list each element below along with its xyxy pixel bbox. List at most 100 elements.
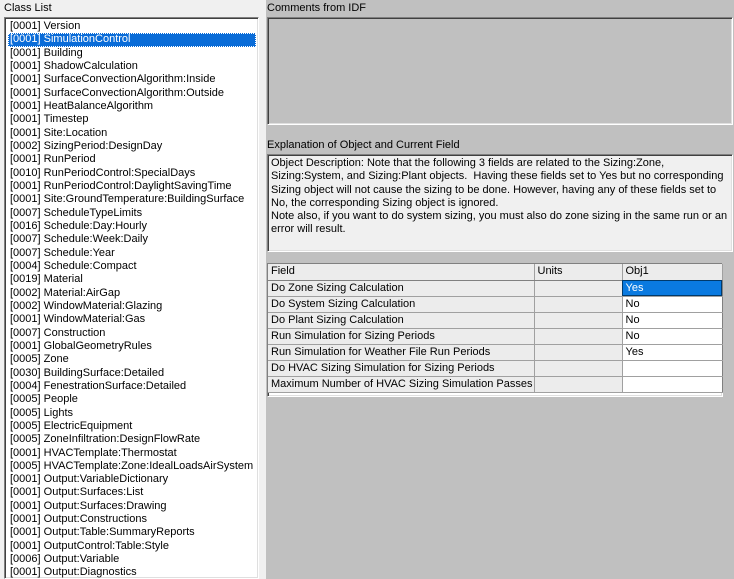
table-row[interactable]: Do HVAC Sizing Simulation for Sizing Per…: [268, 360, 723, 377]
class-list-item[interactable]: [0001] Building: [8, 47, 258, 60]
class-list-item[interactable]: [0001] Output:Constructions: [8, 513, 258, 526]
grid-cell-units[interactable]: [534, 344, 623, 361]
grid-header-field[interactable]: Field: [268, 264, 535, 281]
class-list-item[interactable]: [0001] SurfaceConvectionAlgorithm:Outsid…: [8, 87, 258, 100]
class-item-name: RunPeriodControl:SpecialDays: [40, 166, 196, 179]
class-item-name: SurfaceConvectionAlgorithm:Outside: [40, 86, 225, 99]
class-list-item[interactable]: [0002] SizingPeriod:DesignDay: [8, 140, 258, 153]
class-item-name: Material:AirGap: [40, 286, 121, 299]
class-list-item[interactable]: [0019] Material: [8, 273, 258, 286]
class-list-item[interactable]: [0006] Output:Variable: [8, 553, 258, 566]
class-item-count: [0001]: [10, 20, 41, 32]
class-list-item[interactable]: [0007] ScheduleTypeLimits: [8, 207, 258, 220]
class-list-item[interactable]: [0001] HVACTemplate:Thermostat: [8, 447, 258, 460]
class-item-count: [0001]: [10, 59, 41, 72]
table-row[interactable]: Run Simulation for Sizing Periods No: [268, 328, 723, 345]
grid-cell-units[interactable]: [534, 312, 623, 329]
class-item-name: WindowMaterial:Gas: [40, 313, 146, 326]
class-list-item[interactable]: [0001] WindowMaterial:Gas: [8, 313, 258, 326]
class-item-count: [0001]: [10, 566, 41, 579]
class-item-count: [0005]: [10, 353, 41, 366]
grid-cell-obj1[interactable]: [622, 360, 723, 377]
class-list-item[interactable]: [0001] Output:Diagnostics: [8, 566, 258, 579]
class-list-label: Class List: [4, 2, 52, 14]
table-row[interactable]: Do Zone Sizing Calculation Yes: [268, 280, 723, 297]
explanation-textarea[interactable]: Object Description: Note that the follow…: [267, 154, 733, 252]
class-list-item[interactable]: [0001] Output:VariableDictionary: [8, 473, 258, 486]
table-row[interactable]: Do System Sizing Calculation No: [268, 296, 723, 313]
class-list-item[interactable]: [0001] SimulationControl: [8, 33, 256, 47]
class-list-item[interactable]: [0001] Output:Surfaces:Drawing: [8, 500, 258, 513]
class-list-item[interactable]: [0016] Schedule:Day:Hourly: [8, 220, 258, 233]
class-list-item[interactable]: [0002] WindowMaterial:Glazing: [8, 300, 258, 313]
class-item-name: GlobalGeometryRules: [40, 339, 152, 352]
class-list-item[interactable]: [0005] Lights: [8, 407, 258, 420]
details-pane: Comments from IDF Explanation of Object …: [266, 0, 734, 579]
class-list-item[interactable]: [0001] OutputControl:Table:Style: [8, 540, 258, 553]
class-item-name: SurfaceConvectionAlgorithm:Inside: [40, 73, 216, 86]
class-list-item[interactable]: [0007] Schedule:Week:Daily: [8, 233, 258, 246]
grid-cell-units[interactable]: [534, 328, 623, 345]
class-item-name: Construction: [40, 326, 106, 339]
class-list-item[interactable]: [0001] Version: [8, 20, 258, 33]
class-list-item[interactable]: [0005] HVACTemplate:Zone:IdealLoadsAirSy…: [8, 460, 258, 473]
class-list-box[interactable]: [0001] Version [0001] SimulationControl [0…: [4, 17, 259, 579]
grid-cell-obj1[interactable]: No: [622, 328, 723, 345]
class-list-item[interactable]: [0001] Output:Table:SummaryReports: [8, 526, 258, 539]
table-row[interactable]: Do Plant Sizing Calculation No: [268, 312, 723, 329]
class-list-item[interactable]: [0001] SurfaceConvectionAlgorithm:Inside: [8, 73, 258, 86]
grid-header-units[interactable]: Units: [534, 264, 623, 281]
grid-cell-field[interactable]: Run Simulation for Sizing Periods: [268, 328, 535, 345]
class-item-count: [0001]: [10, 313, 41, 326]
grid-header-row: Field Units Obj1: [268, 264, 723, 281]
grid-cell-field[interactable]: Do Plant Sizing Calculation: [268, 312, 535, 329]
grid-cell-obj1[interactable]: Yes: [622, 280, 723, 297]
grid-cell-units[interactable]: [534, 296, 623, 313]
class-item-name: Output:VariableDictionary: [40, 473, 169, 486]
grid-cell-units[interactable]: [534, 360, 623, 377]
class-list-item[interactable]: [0002] Material:AirGap: [8, 287, 258, 300]
grid-cell-obj1[interactable]: No: [622, 296, 723, 313]
table-row[interactable]: Maximum Number of HVAC Sizing Simulation…: [268, 376, 723, 393]
class-list-item[interactable]: [0001] ShadowCalculation: [8, 60, 258, 73]
class-list-item[interactable]: [0030] BuildingSurface:Detailed: [8, 367, 258, 380]
class-item-name: HeatBalanceAlgorithm: [40, 99, 154, 112]
class-list-item[interactable]: [0005] People: [8, 393, 258, 406]
class-list-item[interactable]: [0007] Construction: [8, 327, 258, 340]
class-list-item[interactable]: [0001] RunPeriod: [8, 153, 258, 166]
class-list-item[interactable]: [0010] RunPeriodControl:SpecialDays: [8, 167, 258, 180]
class-item-count: [0006]: [10, 553, 41, 566]
grid-cell-units[interactable]: [534, 376, 623, 393]
class-list-item[interactable]: [0001] Site:Location: [8, 127, 258, 140]
class-item-count: [0001]: [10, 113, 41, 126]
class-list-item[interactable]: [0001] Site:GroundTemperature:BuildingSu…: [8, 193, 258, 206]
class-item-name: Output:Surfaces:Drawing: [40, 499, 167, 512]
class-item-count: [0019]: [10, 273, 41, 286]
class-list-item[interactable]: [0004] FenestrationSurface:Detailed: [8, 380, 258, 393]
grid-cell-field[interactable]: Do Zone Sizing Calculation: [268, 280, 535, 297]
grid-cell-obj1[interactable]: Yes: [622, 344, 723, 361]
class-list-item[interactable]: [0001] HeatBalanceAlgorithm: [8, 100, 258, 113]
class-item-name: ShadowCalculation: [40, 59, 138, 72]
class-list-item[interactable]: [0001] RunPeriodControl:DaylightSavingTi…: [8, 180, 258, 193]
class-list-item[interactable]: [0004] Schedule:Compact: [8, 260, 258, 273]
class-item-count: [0005]: [10, 419, 41, 432]
class-list-item[interactable]: [0005] Zone: [8, 353, 258, 366]
class-list-item[interactable]: [0001] GlobalGeometryRules: [8, 340, 258, 353]
table-row[interactable]: Run Simulation for Weather File Run Peri…: [268, 344, 723, 361]
grid-cell-field[interactable]: Maximum Number of HVAC Sizing Simulation…: [268, 376, 535, 393]
grid-header-obj1[interactable]: Obj1: [622, 264, 723, 281]
class-list-item[interactable]: [0001] Output:Surfaces:List: [8, 486, 258, 499]
class-list-item[interactable]: [0001] Timestep: [8, 113, 258, 126]
field-value-grid[interactable]: Field Units Obj1 Do Zone Sizing Calculat…: [267, 263, 723, 397]
grid-cell-obj1[interactable]: [622, 376, 723, 393]
grid-cell-units[interactable]: [534, 280, 623, 297]
grid-cell-field[interactable]: Do System Sizing Calculation: [268, 296, 535, 313]
class-list-item[interactable]: [0007] Schedule:Year: [8, 247, 258, 260]
grid-cell-field[interactable]: Run Simulation for Weather File Run Peri…: [268, 344, 535, 361]
grid-cell-field[interactable]: Do HVAC Sizing Simulation for Sizing Per…: [268, 360, 535, 377]
grid-cell-obj1[interactable]: No: [622, 312, 723, 329]
class-list-item[interactable]: [0005] ZoneInfiltration:DesignFlowRate: [8, 433, 258, 446]
comments-from-idf-textarea[interactable]: [267, 17, 733, 125]
class-list-item[interactable]: [0005] ElectricEquipment: [8, 420, 258, 433]
